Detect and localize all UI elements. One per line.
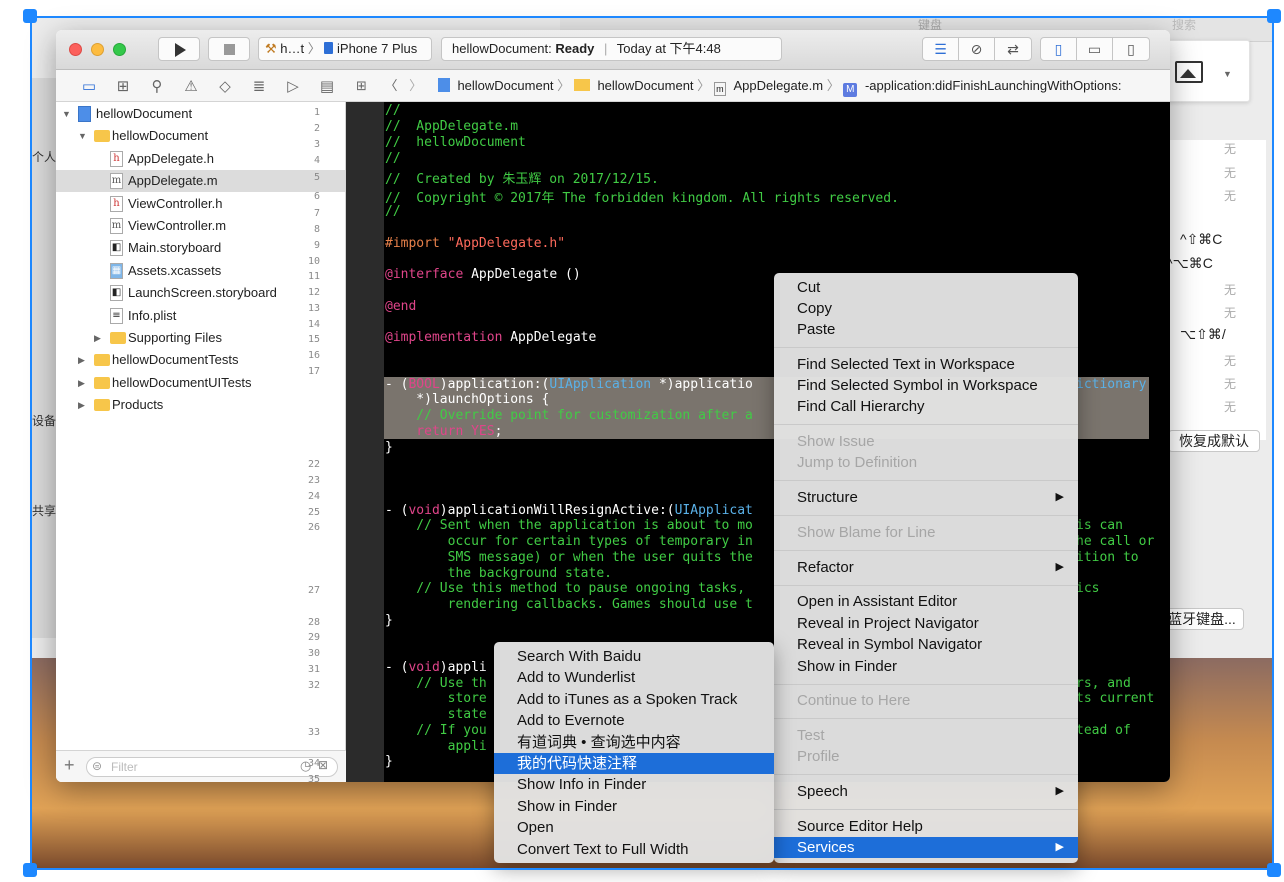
resize-handle[interactable] — [1267, 863, 1281, 877]
resize-handle[interactable] — [23, 9, 37, 23]
resize-handle[interactable] — [1267, 9, 1281, 23]
selection-frame — [30, 16, 1274, 870]
resize-handle[interactable] — [23, 863, 37, 877]
